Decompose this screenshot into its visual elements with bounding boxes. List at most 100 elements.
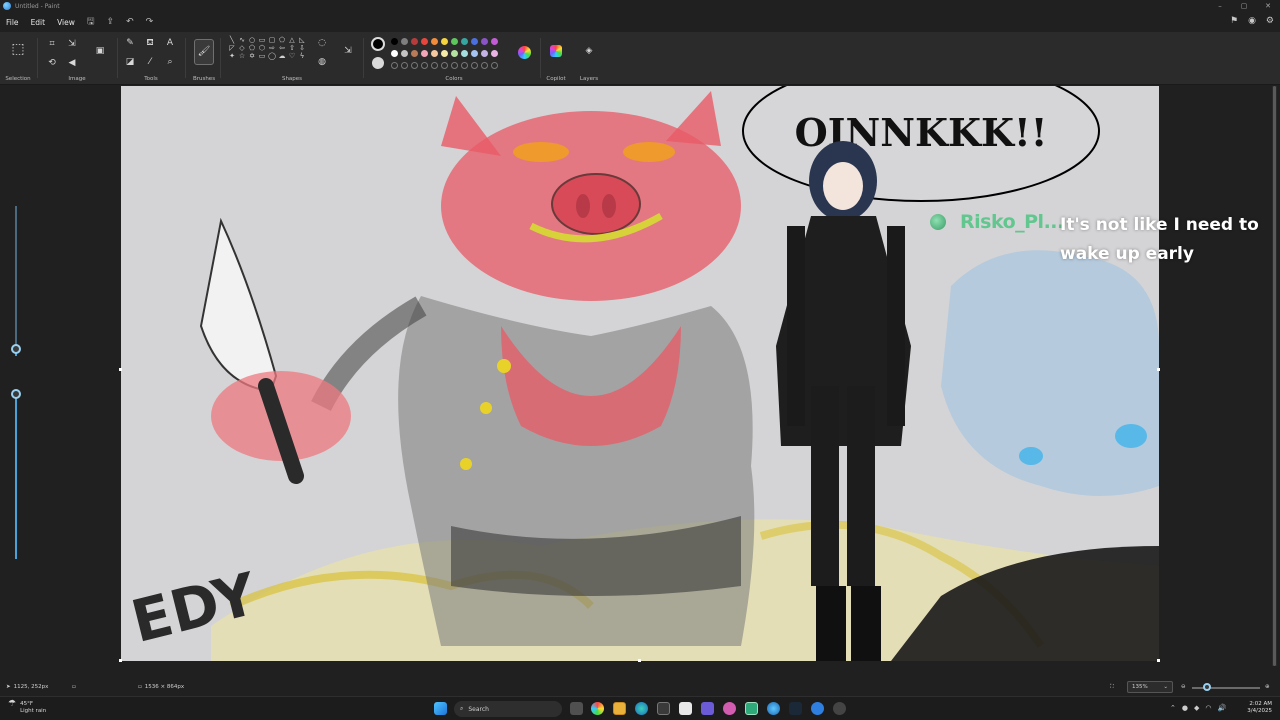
- minimize-button[interactable]: –: [1208, 0, 1232, 12]
- browser-icon[interactable]: [767, 702, 780, 715]
- shapes-gallery[interactable]: ╲ ∿ ○ ▭ ▢ ⬠ △ ◺ ◸ ◇ ⬠ ⬡ ⇨ ⇦ ⇧ ⇩ ✦ ☆ ✡ ▭ …: [227, 36, 307, 60]
- callout-rect-shape-icon[interactable]: ▭: [257, 52, 267, 60]
- palette-swatch[interactable]: [451, 50, 458, 57]
- text-tool-icon[interactable]: A: [164, 38, 176, 50]
- app-icon-pink[interactable]: [723, 702, 736, 715]
- vertical-scrollbar-thumb[interactable]: [1273, 86, 1276, 666]
- heart-shape-icon[interactable]: ♡: [287, 52, 297, 60]
- palette-swatch[interactable]: [421, 50, 428, 57]
- eraser-icon[interactable]: ◪: [124, 57, 136, 69]
- paint-taskbar-icon[interactable]: [745, 702, 758, 715]
- star6-shape-icon[interactable]: ✡: [247, 52, 257, 60]
- shape-more-icon[interactable]: ⇲: [342, 46, 354, 58]
- crop-icon[interactable]: ⌗: [46, 39, 58, 51]
- teams-icon[interactable]: [701, 702, 714, 715]
- palette-swatch[interactable]: [401, 38, 408, 45]
- palette-swatch[interactable]: [441, 38, 448, 45]
- canvas-resize-handle[interactable]: [638, 659, 641, 662]
- custom-color-slot[interactable]: [431, 62, 438, 69]
- star4-shape-icon[interactable]: ✦: [227, 52, 237, 60]
- palette-swatch[interactable]: [441, 50, 448, 57]
- account-icon[interactable]: ◉: [1248, 16, 1256, 26]
- hexagon-shape-icon[interactable]: ⬡: [257, 44, 267, 52]
- share-icon[interactable]: ⇪: [101, 17, 121, 27]
- line-shape-icon[interactable]: ╲: [227, 36, 237, 44]
- taskbar-search[interactable]: ⌕ Search: [454, 701, 562, 717]
- palette-swatch[interactable]: [391, 38, 398, 45]
- custom-color-slot[interactable]: [471, 62, 478, 69]
- weather-widget[interactable]: ☂ 45°F Light rain: [8, 700, 46, 715]
- color-picker-icon[interactable]: ⁄: [144, 57, 156, 69]
- app-icon-blue[interactable]: [811, 702, 824, 715]
- copilot-icon[interactable]: [550, 45, 562, 57]
- fill-bucket-icon[interactable]: ⛾: [144, 38, 156, 50]
- triangle-shape-icon[interactable]: △: [287, 36, 297, 44]
- vertical-scrollbar[interactable]: [1272, 86, 1277, 666]
- settings-gear-icon[interactable]: ⚙: [1266, 16, 1274, 26]
- tray-app-icon[interactable]: ◆: [1194, 704, 1199, 712]
- menu-file[interactable]: File: [0, 18, 25, 27]
- feedback-icon[interactable]: ⚑: [1230, 16, 1238, 26]
- fill-icon[interactable]: ◍: [316, 57, 328, 69]
- right-triangle-shape-icon[interactable]: ◺: [297, 36, 307, 44]
- palette-swatch[interactable]: [431, 38, 438, 45]
- palette-swatch[interactable]: [461, 50, 468, 57]
- palette-swatch[interactable]: [391, 50, 398, 57]
- custom-color-slot[interactable]: [481, 62, 488, 69]
- zoom-slider-thumb[interactable]: [1203, 683, 1211, 691]
- oval-shape-icon[interactable]: ○: [247, 36, 257, 44]
- polygon-shape-icon[interactable]: ⬠: [277, 36, 287, 44]
- rotate-icon[interactable]: ⟲: [46, 58, 58, 70]
- pencil-icon[interactable]: ✎: [124, 38, 136, 50]
- canvas-resize-handle[interactable]: [1157, 368, 1160, 371]
- brush-icon[interactable]: 🖌: [194, 39, 214, 65]
- primary-color-swatch[interactable]: [371, 37, 385, 51]
- palette-swatch[interactable]: [401, 50, 408, 57]
- custom-color-slot[interactable]: [411, 62, 418, 69]
- custom-color-slot[interactable]: [441, 62, 448, 69]
- palette-swatch[interactable]: [471, 50, 478, 57]
- selection-rectangle-icon[interactable]: ⬚: [9, 38, 27, 60]
- diamond-shape-icon[interactable]: ◇: [237, 44, 247, 52]
- chevron-up-icon[interactable]: ⌃: [1170, 704, 1176, 712]
- store-icon[interactable]: [657, 702, 670, 715]
- canvas-resize-handle[interactable]: [119, 368, 122, 371]
- callout-cloud-shape-icon[interactable]: ☁: [277, 52, 287, 60]
- brush-size-slider-track[interactable]: [15, 206, 17, 356]
- maximize-button[interactable]: ▢: [1232, 0, 1256, 12]
- custom-color-slot[interactable]: [461, 62, 468, 69]
- custom-color-slot[interactable]: [451, 62, 458, 69]
- palette-swatch[interactable]: [481, 38, 488, 45]
- lightning-shape-icon[interactable]: ϟ: [297, 52, 307, 60]
- undo-icon[interactable]: ↶: [120, 17, 140, 27]
- right-triangle2-shape-icon[interactable]: ◸: [227, 44, 237, 52]
- palette-swatch[interactable]: [411, 38, 418, 45]
- brush-size-slider-thumb[interactable]: [11, 344, 21, 354]
- start-windows-icon[interactable]: [434, 702, 447, 715]
- file-explorer-icon[interactable]: [613, 702, 626, 715]
- pentagon-shape-icon[interactable]: ⬠: [247, 44, 257, 52]
- drawing-canvas[interactable]: OINNKKK!! EDY: [121, 86, 1159, 661]
- palette-swatch[interactable]: [461, 38, 468, 45]
- zoom-out-icon[interactable]: ⊖: [1181, 684, 1186, 690]
- steam-icon[interactable]: [789, 702, 802, 715]
- copilot-taskbar-icon[interactable]: [591, 702, 604, 715]
- opacity-slider-thumb[interactable]: [11, 389, 21, 399]
- canvas-resize-handle[interactable]: [1157, 659, 1160, 662]
- fit-to-window-icon[interactable]: ⛶: [1110, 684, 1114, 691]
- down-arrow-shape-icon[interactable]: ⇩: [297, 44, 307, 52]
- palette-swatch[interactable]: [481, 50, 488, 57]
- palette-swatch[interactable]: [431, 50, 438, 57]
- palette-swatch[interactable]: [421, 38, 428, 45]
- callout-oval-shape-icon[interactable]: ◯: [267, 52, 277, 60]
- magnifier-icon[interactable]: ⌕: [164, 57, 176, 69]
- save-icon[interactable]: 🖫: [81, 14, 101, 30]
- redo-icon[interactable]: ↷: [140, 17, 160, 27]
- volume-icon[interactable]: 🔊: [1217, 704, 1226, 712]
- menu-view[interactable]: View: [51, 18, 81, 27]
- zoom-dropdown[interactable]: 135% ⌄: [1127, 681, 1173, 693]
- custom-color-slot[interactable]: [401, 62, 408, 69]
- settings-taskbar-icon[interactable]: [833, 702, 846, 715]
- palette-swatch[interactable]: [411, 50, 418, 57]
- task-view-icon[interactable]: [570, 702, 583, 715]
